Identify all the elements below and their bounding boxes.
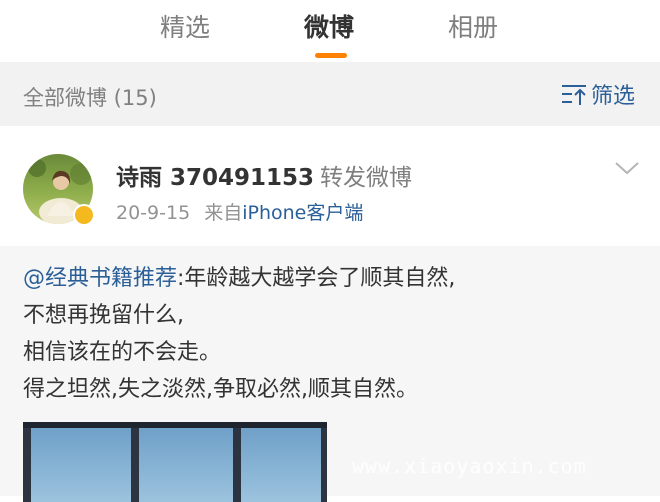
tab-album[interactable]: 相册: [448, 8, 498, 44]
filter-button[interactable]: 筛选: [560, 79, 635, 109]
sort-filter-icon: [562, 85, 586, 105]
post-header: 诗雨 370491153 转发微博 20-9-15 来自iPhone客户端: [0, 126, 660, 246]
username[interactable]: 诗雨 370491153: [116, 165, 314, 191]
source-link[interactable]: iPhone客户端: [242, 202, 363, 224]
tab-weibo[interactable]: 微博: [304, 8, 354, 44]
post-meta: 20-9-15 来自iPhone客户端: [116, 198, 363, 225]
repost-text: @经典书籍推荐:年龄越大越学会了顺其自然, 不想再挽留什么, 相信该在的不会走。…: [23, 260, 643, 408]
profile-tab-bar: 精选 微博 相册: [0, 0, 660, 62]
watermark-text: www.xiaoyaoxin.com: [352, 454, 587, 478]
verified-badge-icon: [73, 204, 95, 226]
active-tab-indicator: [315, 53, 347, 58]
source-prefix: 来自: [204, 202, 243, 224]
mention-link[interactable]: @经典书籍推荐: [23, 266, 177, 291]
tab-featured[interactable]: 精选: [160, 8, 210, 44]
repost-line-3: 相信该在的不会走。: [23, 340, 222, 365]
repost-first-line-text: :年龄越大越学会了顺其自然,: [177, 266, 456, 291]
repost-line-1: @经典书籍推荐:年龄越大越学会了顺其自然,: [23, 260, 643, 297]
post-image[interactable]: [23, 422, 327, 502]
filter-label: 筛选: [591, 84, 636, 109]
repost-line-2: 不想再挽留什么,: [23, 303, 184, 328]
repost-action-label: 转发微博: [320, 165, 413, 191]
filter-bar: 全部微博 (15) 筛选: [0, 62, 660, 126]
user-line: 诗雨 370491153 转发微博: [116, 158, 412, 192]
post-date: 20-9-15: [116, 202, 191, 224]
post-count-label: 全部微博 (15): [23, 86, 157, 110]
repost-line-4: 得之坦然,失之淡然,争取必然,顺其自然。: [23, 377, 418, 402]
chevron-down-icon[interactable]: [614, 160, 640, 176]
